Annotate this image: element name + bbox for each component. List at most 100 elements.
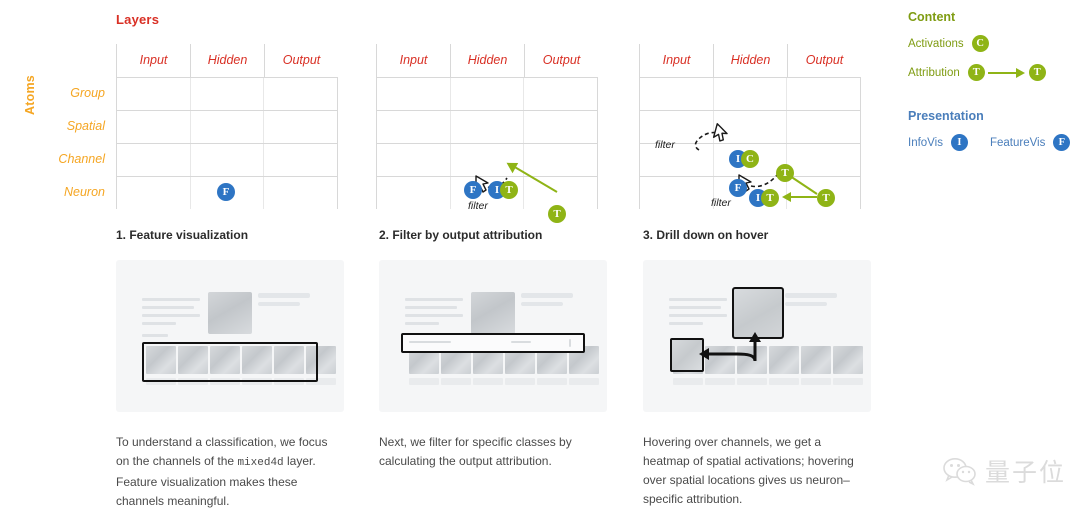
cell-spatial-output: [523, 111, 599, 143]
activations-badge-icon: C: [971, 35, 989, 52]
matrix-grid-1-body: F: [116, 77, 339, 209]
matrix-grid-2-body: F I T T filter: [376, 77, 599, 223]
badge-featurevis-channel-hidden: F: [729, 179, 747, 197]
cell-group-output: [263, 78, 339, 110]
badge-featurevis-channel-hidden: F: [217, 183, 235, 201]
filter-caption-channel: filter: [468, 200, 488, 212]
matrix-grid-1: Input Hidden Output F: [116, 44, 339, 209]
column-header-input: Input: [116, 44, 190, 77]
cell-spatial-output: [786, 111, 862, 143]
row-label-channel: Channel: [58, 152, 105, 166]
matrix-grid-2: Input Hidden Output F I T T filter: [376, 44, 599, 223]
step-1-figure: [116, 260, 344, 412]
legend-row-presentation: InfoVis I FeatureVis F: [908, 134, 1076, 151]
legend-pair-infovis: InfoVis I: [908, 134, 968, 151]
step-2-caption: Next, we filter for specific classes by …: [379, 433, 607, 473]
attribution-target-badge-icon: T: [1028, 64, 1046, 81]
cell-group-input: [376, 78, 450, 110]
cell-channel-hidden: [189, 144, 264, 176]
row-label-spatial: Spatial: [66, 119, 105, 133]
matrix-row-group: [376, 77, 599, 110]
step-2-figure: [379, 260, 607, 412]
matrix-row-spatial: [376, 110, 599, 143]
cell-group-output: [523, 78, 599, 110]
matrix-grid-3-body: I C F T I T T filter filter: [639, 77, 862, 209]
matrix-diagram-area: Layers Atoms Group Spatial Channel Neuro…: [0, 0, 900, 223]
badge-attribution-channel-output: T: [776, 164, 794, 182]
step-panel-3: 3. Drill down on hover Hovering over cha…: [643, 228, 871, 511]
infovis-badge-icon: I: [950, 134, 968, 151]
legend-label-infovis: InfoVis: [908, 136, 943, 149]
cell-neuron-input: [376, 177, 450, 209]
badge-featurevis-channel-hidden: F: [464, 181, 482, 199]
cell-group-output: [786, 78, 862, 110]
badge-attribution-neuron-hidden: T: [761, 189, 779, 207]
cell-group-hidden: [712, 78, 787, 110]
legend-label-activations: Activations: [908, 37, 964, 50]
matrix-grid-3-header: Input Hidden Output: [639, 44, 861, 77]
column-header-output: Output: [787, 44, 861, 77]
column-header-input: Input: [639, 44, 713, 77]
step-2-filter-bar: [401, 333, 585, 353]
row-label-group: Group: [70, 86, 105, 100]
featurevis-badge-icon: F: [1053, 134, 1071, 151]
cell-spatial-output: [263, 111, 339, 143]
legend-heading-content: Content: [908, 10, 956, 24]
step-3-caption: Hovering over channels, we get a heatmap…: [643, 433, 871, 511]
column-header-hidden: Hidden: [190, 44, 264, 77]
step-3-zoom-heatmap: [732, 287, 784, 339]
cell-group-hidden: [189, 78, 264, 110]
legend-label-attribution: Attribution: [908, 66, 960, 79]
legend-label-featurevis: FeatureVis: [989, 136, 1046, 149]
watermark: 量子位: [942, 453, 1066, 489]
badge-activations-spatial-hidden: C: [741, 150, 759, 168]
cell-group-input: [639, 78, 713, 110]
row-label-spacer: [36, 44, 112, 77]
step-2-caption-before: Next, we filter for specific classes by …: [379, 435, 572, 468]
cell-channel-output: [786, 144, 862, 176]
filter-caption-neuron: filter: [711, 197, 731, 209]
cell-neuron-output: [263, 177, 339, 209]
step-panel-1: 1. Feature visualization To understand a…: [116, 228, 344, 511]
matrix-row-channel: [116, 143, 339, 176]
filter-caption-spatial: filter: [655, 139, 675, 151]
matrix-grid-1-header: Input Hidden Output: [116, 44, 338, 77]
legend-row-activations: Activations C: [908, 35, 1076, 52]
step-panel-2: 2. Filter by output attribution Next, we…: [379, 228, 607, 473]
step-3-zoom-neuron: [670, 338, 704, 372]
matrix-title-layers: Layers: [116, 12, 160, 27]
cell-spatial-hidden: [712, 111, 787, 143]
badge-attribution-channel-output: T: [548, 205, 566, 223]
cell-neuron-input: [116, 177, 190, 209]
matrix-row-channel: [376, 143, 599, 176]
cell-spatial-input: [639, 111, 713, 143]
wechat-logo-icon: [943, 458, 976, 486]
cell-group-input: [116, 78, 190, 110]
matrix-row-labels: Group Spatial Channel Neuron: [36, 44, 112, 209]
cell-channel-input: [639, 144, 713, 176]
step-1-highlight-box: [142, 342, 318, 382]
legend-row-attribution: Attribution T T: [908, 64, 1076, 81]
matrix-row-group: [639, 77, 862, 110]
attribution-arrow-icon: [987, 67, 1025, 78]
cell-channel-output: [263, 144, 339, 176]
cell-spatial-hidden: [449, 111, 524, 143]
column-header-hidden: Hidden: [450, 44, 524, 77]
badge-attribution-channel-hidden: T: [500, 181, 518, 199]
badge-attribution-neuron-output: T: [817, 189, 835, 207]
cell-spatial-hidden: [189, 111, 264, 143]
cell-channel-hidden: [449, 144, 524, 176]
cell-channel-input: [116, 144, 190, 176]
matrix-grid-3: Input Hidden Output I C F T I T T filter…: [639, 44, 862, 209]
step-2-title: 2. Filter by output attribution: [379, 228, 543, 242]
cell-channel-input: [376, 144, 450, 176]
column-header-input: Input: [376, 44, 450, 77]
legend-pair-featurevis: FeatureVis F: [989, 134, 1071, 151]
attribution-source-badge-icon: T: [967, 64, 985, 81]
column-header-hidden: Hidden: [713, 44, 787, 77]
step-1-caption: To understand a classification, we focus…: [116, 433, 344, 511]
cell-spatial-input: [116, 111, 190, 143]
step-1-mock-screenshot: [116, 260, 344, 412]
legend-heading-presentation: Presentation: [908, 109, 984, 123]
cell-group-hidden: [449, 78, 524, 110]
